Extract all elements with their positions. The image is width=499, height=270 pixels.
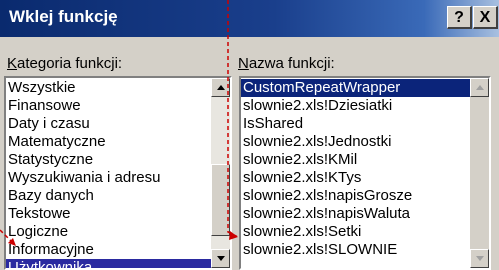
function-name-label: Nazwa funkcji:: [238, 55, 335, 72]
category-item-matematyczne[interactable]: Matematyczne: [6, 133, 211, 151]
category-item-tekstowe[interactable]: Tekstowe: [6, 205, 211, 223]
category-item-informacyjne[interactable]: Informacyjne: [6, 241, 211, 259]
close-button[interactable]: X: [473, 6, 498, 29]
function-item-kmil[interactable]: slownie2.xls!KMil: [241, 151, 470, 169]
help-button[interactable]: ?: [447, 6, 472, 29]
dialog-title: Wklej funkcję: [9, 7, 118, 26]
function-listbox[interactable]: CustomRepeatWrapper slownie2.xls!Dziesia…: [239, 76, 491, 270]
function-item-isshared[interactable]: IsShared: [241, 115, 470, 133]
function-item-setki[interactable]: slownie2.xls!Setki: [241, 223, 470, 241]
category-label: Kategoria funkcji:: [7, 55, 123, 72]
category-item-bazy-danych[interactable]: Bazy danych: [6, 187, 211, 205]
category-listbox[interactable]: Wszystkie Finansowe Daty i czasu Matemat…: [4, 76, 232, 270]
arrow-down-icon: [476, 256, 484, 261]
category-scroll-down-button[interactable]: [211, 249, 230, 268]
arrow-up-icon: [217, 85, 225, 90]
arrow-down-icon: [217, 256, 225, 261]
function-scroll-down-button[interactable]: [470, 249, 489, 268]
category-item-uzytkownika[interactable]: Użytkownika: [6, 259, 211, 268]
category-item-wyszukiwania[interactable]: Wyszukiwania i adresu: [6, 169, 211, 187]
function-item-dziesiatki[interactable]: slownie2.xls!Dziesiatki: [241, 97, 470, 115]
category-scroll-thumb[interactable]: [211, 164, 230, 236]
category-item-daty-i-czasu[interactable]: Daty i czasu: [6, 115, 211, 133]
category-scroll-up-button[interactable]: [211, 78, 230, 97]
function-item-ktys[interactable]: slownie2.xls!KTys: [241, 169, 470, 187]
category-item-statystyczne[interactable]: Statystyczne: [6, 151, 211, 169]
function-item-napiswaluta[interactable]: slownie2.xls!napisWaluta: [241, 205, 470, 223]
category-item-wszystkie[interactable]: Wszystkie: [6, 79, 211, 97]
category-item-logiczne[interactable]: Logiczne: [6, 223, 211, 241]
function-item-customrepeatwrapper[interactable]: CustomRepeatWrapper: [241, 79, 470, 97]
category-scrollbar[interactable]: [211, 78, 230, 268]
function-item-slownie[interactable]: slownie2.xls!SLOWNIE: [241, 241, 470, 259]
title-bar[interactable]: Wklej funkcję ? X: [0, 0, 499, 37]
function-scrollbar[interactable]: [470, 78, 489, 268]
function-item-jednostki[interactable]: slownie2.xls!Jednostki: [241, 133, 470, 151]
function-scroll-up-button[interactable]: [470, 78, 489, 97]
function-item-napisgrosze[interactable]: slownie2.xls!napisGrosze: [241, 187, 470, 205]
arrow-up-icon: [476, 85, 484, 90]
category-item-finansowe[interactable]: Finansowe: [6, 97, 211, 115]
